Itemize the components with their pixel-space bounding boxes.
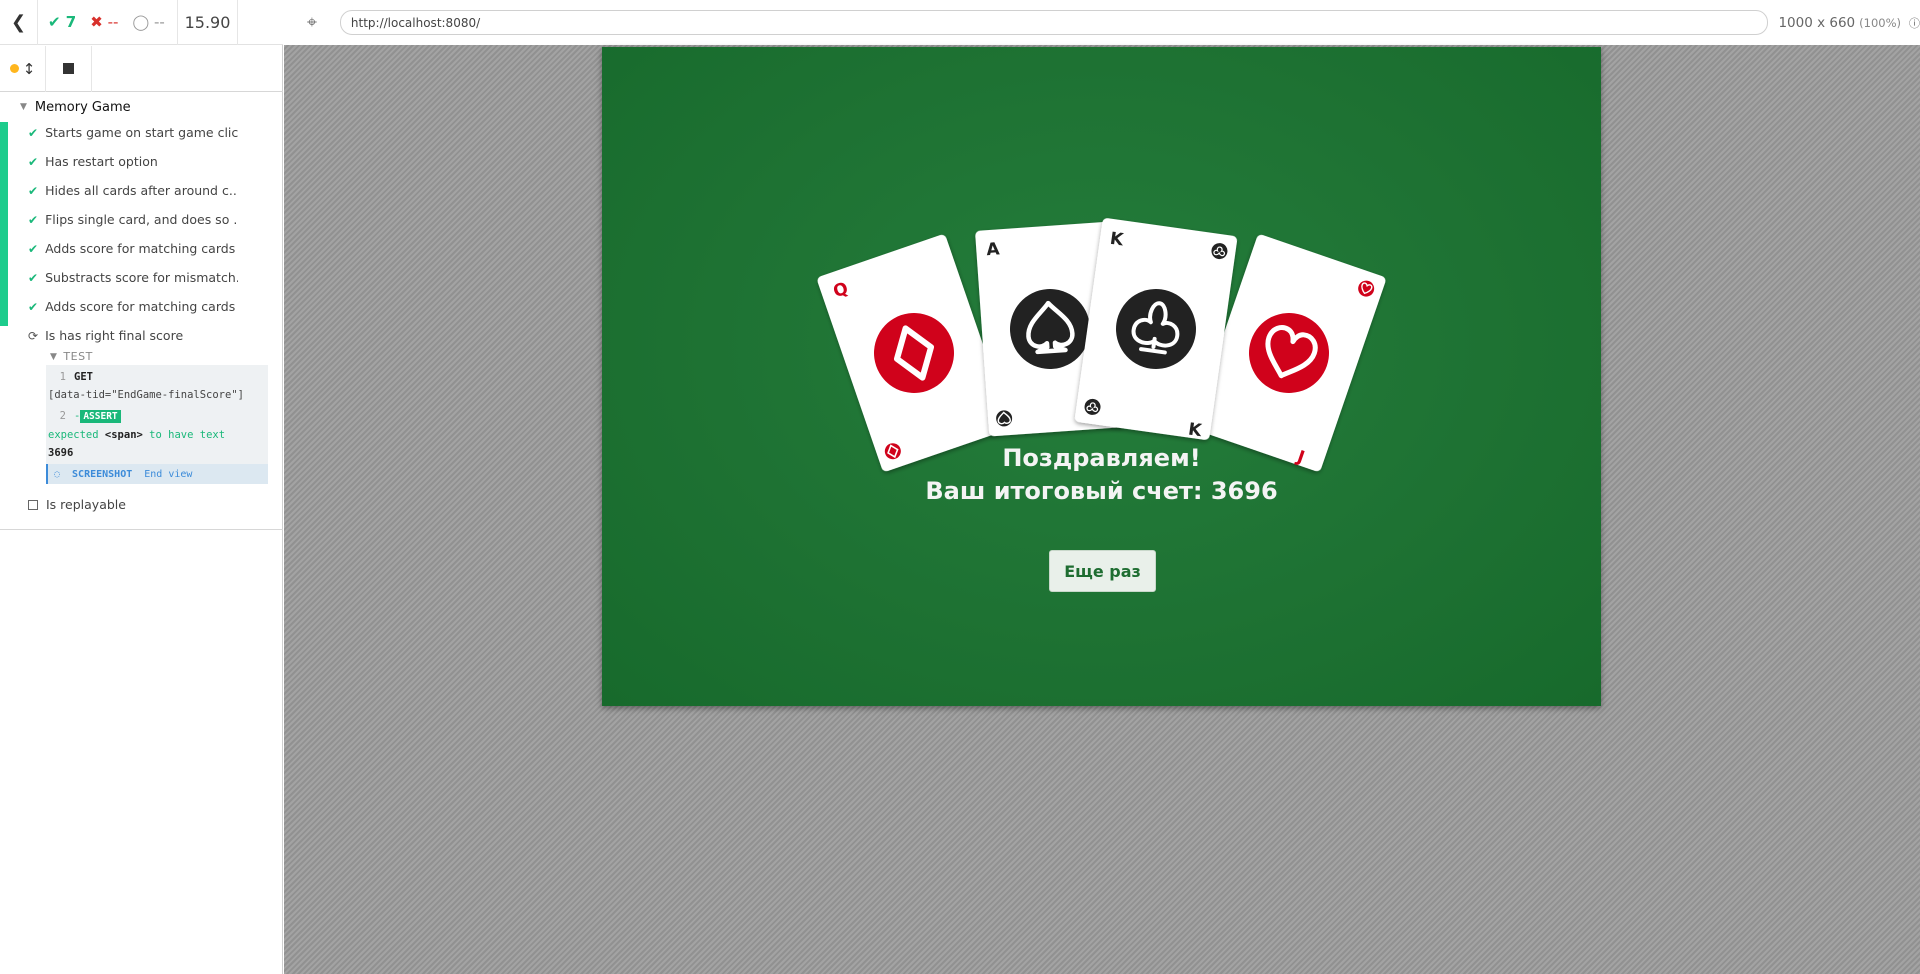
check-icon: ✔ — [28, 212, 39, 227]
failed-value: -- — [107, 13, 119, 31]
stats-bar: ❮ ✔ 7 ✖ -- ◯ -- 15.90 — [0, 0, 283, 45]
command-name: GET — [74, 371, 93, 383]
check-icon: ✔ — [28, 183, 39, 198]
caret-down-icon: ▼ — [20, 102, 27, 112]
card-rank: A — [986, 239, 1001, 260]
congrats-message: Поздравляем! Ваш итоговый счет: 3696 — [602, 442, 1601, 508]
refresh-icon: ⟳ — [28, 328, 39, 343]
info-icon[interactable]: ⓘ — [1909, 15, 1920, 31]
test-section-label[interactable]: ▼ TEST — [50, 350, 93, 363]
controls-bar: ↕ — [0, 45, 283, 92]
check-icon: ✔ — [28, 299, 39, 314]
command-number: 1 — [59, 371, 66, 383]
pass-status-bar — [0, 122, 8, 326]
viewport-info: 1000 x 660 (100%) ⓘ — [1778, 15, 1920, 31]
command-get[interactable]: 1 GET [data-tid="EndGame-finalScore"] — [48, 368, 266, 404]
viewport-zoom: (100%) — [1859, 15, 1901, 30]
command-selector: [data-tid="EndGame-finalScore"] — [48, 389, 244, 401]
test-item[interactable]: ✔ Adds score for matching cards — [28, 234, 238, 263]
stop-button[interactable] — [46, 45, 92, 92]
assert-badge: ASSERT — [80, 410, 121, 423]
test-title: Flips single card, and does so ... — [45, 212, 238, 227]
test-title: Starts game on start game click — [45, 125, 238, 140]
command-number: 2 — [59, 410, 66, 422]
section-title: TEST — [63, 350, 93, 363]
autoscroll-toggle[interactable]: ↕ — [0, 45, 46, 92]
app-frame: Q J A K K Поздравляем! Ваш итоговый счет… — [602, 47, 1601, 706]
assert-text: expected — [48, 429, 99, 441]
passed-value: 7 — [65, 13, 77, 31]
play-again-button[interactable]: Еще раз — [1049, 550, 1156, 592]
cards-illustration: Q J A K K — [817, 218, 1386, 472]
test-title: Is has right final score — [45, 328, 184, 343]
assert-text: to have text — [149, 429, 226, 441]
command-assert[interactable]: 2- ASSERT expected <span> to have text 36… — [48, 407, 266, 462]
replay-label: Is replayable — [46, 497, 126, 512]
replay-checkbox[interactable] — [28, 499, 38, 510]
command-message: End view — [144, 468, 193, 480]
passed-count[interactable]: ✔ 7 — [48, 13, 76, 31]
congrats-title: Поздравляем! — [1002, 444, 1201, 472]
test-list: ▼ Memory Game ✔ Starts game on start game… — [0, 92, 283, 530]
test-title: Adds score for matching cards — [45, 299, 236, 314]
chevron-left-icon: ❮ — [10, 11, 27, 33]
test-item-running[interactable]: ⟳ Is has right final score — [28, 321, 238, 350]
check-icon: ✔ — [28, 270, 39, 285]
test-item[interactable]: ✔ Hides all cards after around c... — [28, 176, 238, 205]
viewport-size: 1000 x 660 — [1778, 14, 1856, 31]
crosshair-icon: ⌖ — [306, 12, 318, 33]
assert-element: <span> — [104, 429, 143, 441]
duration: 15.90 — [178, 0, 238, 45]
test-title: Has restart option — [45, 154, 158, 169]
test-title: Adds score for matching cards — [45, 241, 236, 256]
check-icon: ✔ — [28, 154, 39, 169]
check-icon: ✔ — [28, 241, 39, 256]
url-bar[interactable]: http://localhost:8080/ — [339, 10, 1769, 35]
running-indicator — [9, 64, 19, 73]
test-item[interactable]: ✔ Substracts score for mismatch... — [28, 263, 238, 292]
pending-value: -- — [153, 13, 165, 31]
command-name: SCREENSHOT — [72, 468, 133, 480]
test-item[interactable]: ✔ Adds score for matching cards — [28, 292, 238, 321]
stop-icon — [63, 63, 74, 74]
stats-group: ✔ 7 ✖ -- ◯ -- — [38, 0, 178, 45]
suite-title[interactable]: ▼ Memory Game — [20, 96, 131, 118]
command-list: 1 GET [data-tid="EndGame-finalScore"] 2-A… — [46, 365, 268, 484]
card-king: K K — [1074, 218, 1238, 441]
test-item[interactable]: ✔ Has restart option — [28, 147, 238, 176]
check-icon: ✔ — [28, 125, 39, 140]
caret-down-icon: ▼ — [50, 351, 58, 362]
failed-count[interactable]: ✖ -- — [90, 13, 118, 31]
aut-header: ⌖ http://localhost:8080/ 1000 x 660 (100… — [284, 0, 1920, 45]
test-title: Substracts score for mismatch... — [45, 270, 238, 285]
selector-playground-button[interactable]: ⌖ — [290, 0, 334, 45]
spinner-icon: ◌ — [54, 468, 61, 480]
pending-count[interactable]: ◯ -- — [132, 13, 164, 31]
replay-row[interactable]: Is replayable — [28, 497, 126, 512]
assert-value: 3696 — [48, 447, 74, 459]
reporter-panel: ❮ ✔ 7 ✖ -- ◯ -- 15.90 ↕ ▼ Memory Game ✔ S… — [0, 0, 283, 974]
test-item[interactable]: ✔ Starts game on start game click — [28, 118, 238, 147]
suite-title-label: Memory Game — [34, 99, 131, 115]
test-item[interactable]: ✔ Flips single card, and does so ... — [28, 205, 238, 234]
test-title: Hides all cards after around c... — [45, 183, 238, 198]
command-screenshot[interactable]: ◌ SCREENSHOT End view — [46, 464, 268, 484]
back-button[interactable]: ❮ — [0, 0, 38, 45]
autoscroll-icon: ↕ — [22, 59, 36, 78]
final-score: Ваш итоговый счет: 3696 — [925, 477, 1278, 505]
